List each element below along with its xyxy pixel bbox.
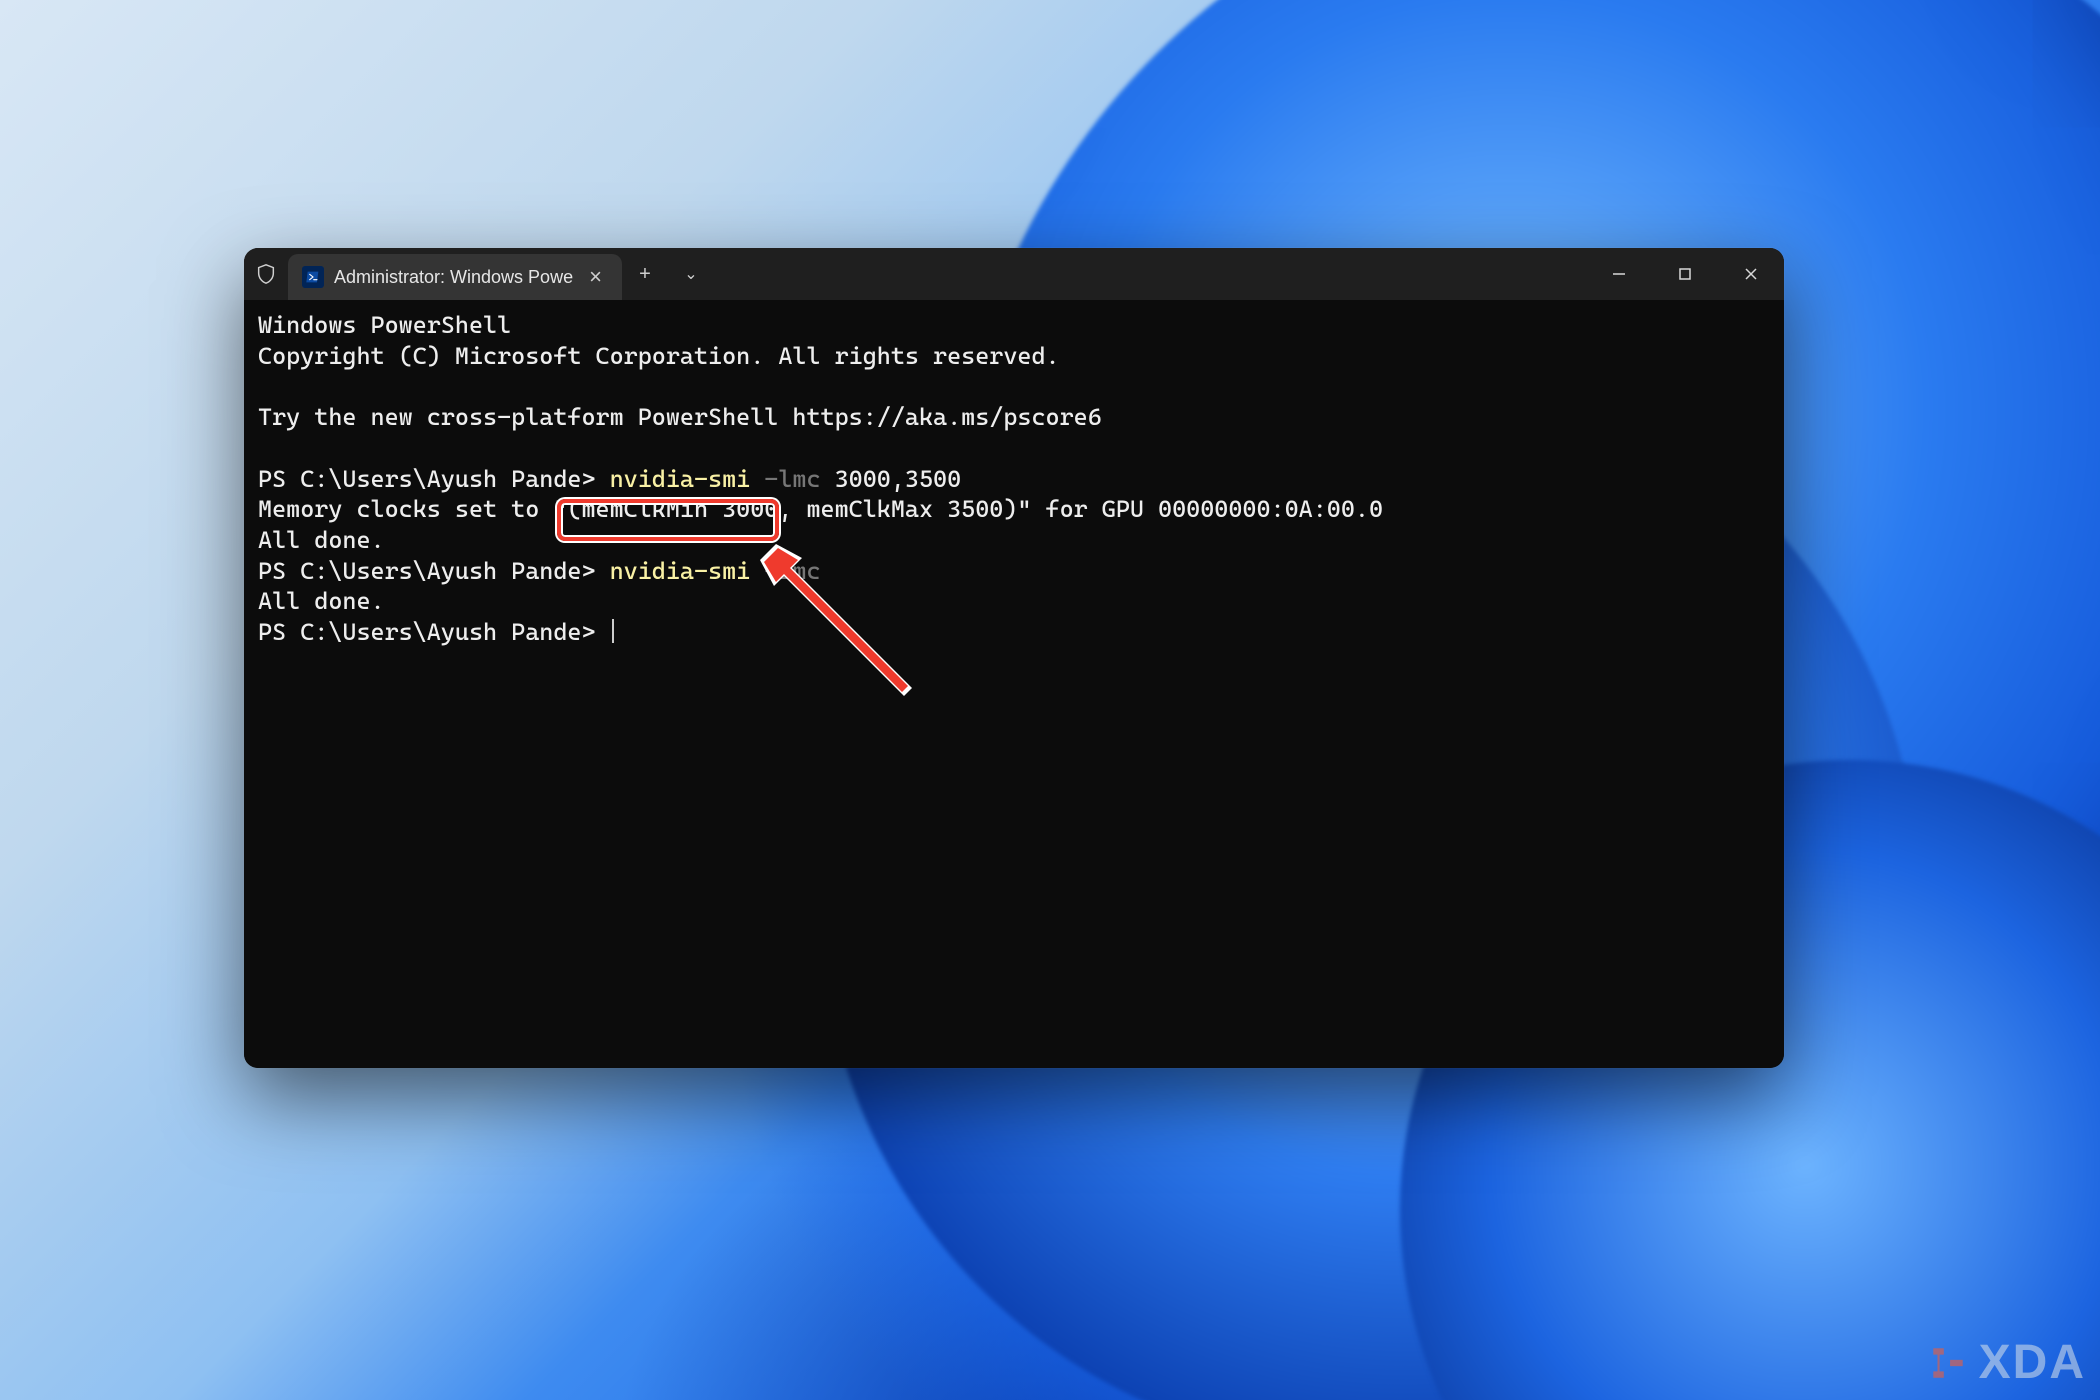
- watermark: XDA: [1927, 1335, 2086, 1390]
- minimize-icon: [1611, 266, 1627, 282]
- terminal-output[interactable]: Windows PowerShell Copyright (C) Microso…: [244, 300, 1784, 1068]
- terminal-line: All done.: [258, 587, 385, 615]
- desktop-wallpaper: Administrator: Windows Powe × + ⌄ Window…: [0, 0, 2100, 1400]
- window-close-button[interactable]: [1718, 248, 1784, 300]
- shield-icon: [244, 248, 288, 300]
- command-flag: -rmc: [750, 557, 820, 585]
- close-icon: [1743, 266, 1759, 282]
- terminal-line: Copyright (C) Microsoft Corporation. All…: [258, 342, 1060, 370]
- titlebar-drag-region[interactable]: [714, 248, 1586, 300]
- terminal-line: Try the new cross-platform PowerShell ht…: [258, 403, 1102, 431]
- watermark-logo-icon: [1927, 1342, 1969, 1384]
- tab-close-button[interactable]: ×: [583, 264, 608, 290]
- command-flag: -lmc: [750, 465, 834, 493]
- command: nvidia-smi: [610, 465, 751, 493]
- prompt: PS C:\Users\Ayush Pande>: [258, 618, 610, 646]
- chevron-down-icon: ⌄: [684, 264, 697, 284]
- minimize-button[interactable]: [1586, 248, 1652, 300]
- terminal-line: All done.: [258, 526, 385, 554]
- new-tab-button[interactable]: +: [622, 248, 668, 300]
- plus-icon: +: [639, 263, 651, 286]
- prompt: PS C:\Users\Ayush Pande>: [258, 465, 610, 493]
- terminal-line: Windows PowerShell: [258, 311, 511, 339]
- prompt: PS C:\Users\Ayush Pande>: [258, 557, 610, 585]
- titlebar[interactable]: Administrator: Windows Powe × + ⌄: [244, 248, 1784, 301]
- windows-terminal-window: Administrator: Windows Powe × + ⌄ Window…: [244, 248, 1784, 1068]
- terminal-line: Memory clocks set to "(memClkMin 3000, m…: [258, 495, 1383, 523]
- maximize-icon: [1677, 266, 1693, 282]
- watermark-text: XDA: [1979, 1335, 2086, 1390]
- text-cursor: [612, 619, 614, 643]
- maximize-button[interactable]: [1652, 248, 1718, 300]
- tab-dropdown-button[interactable]: ⌄: [668, 248, 714, 300]
- tab-powershell-admin[interactable]: Administrator: Windows Powe ×: [288, 254, 622, 300]
- command-arg: 3000,3500: [835, 465, 962, 493]
- powershell-icon: [302, 266, 324, 288]
- command: nvidia-smi: [610, 557, 751, 585]
- tab-title: Administrator: Windows Powe: [334, 267, 573, 288]
